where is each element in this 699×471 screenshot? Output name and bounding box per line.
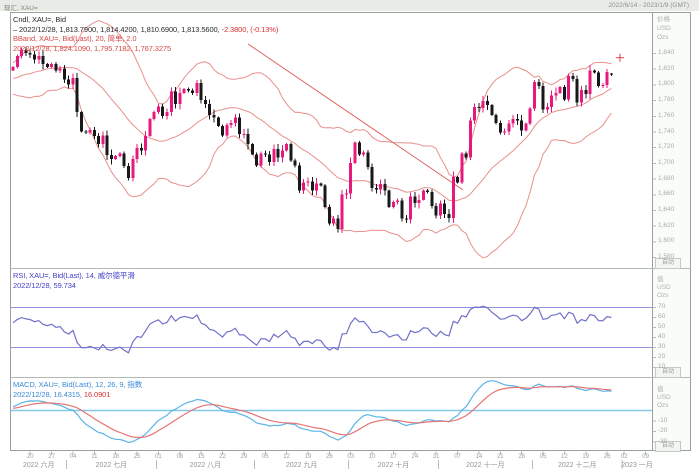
day-tick-label: 19 <box>582 454 589 460</box>
price-tick-label: 1,780 <box>658 97 674 104</box>
macd-axis-unit-usd: USD <box>657 395 671 402</box>
day-tick-label: 20 <box>27 454 34 460</box>
day-tick-label: 26 <box>604 454 611 460</box>
day-tick-label: 01 <box>155 454 162 460</box>
month-label: 2022 八月 <box>190 462 222 469</box>
rsi-value: 2022/12/28, 59.734 <box>13 281 135 291</box>
bband-values: 2022/12/28, 1,824.1090, 1,795.7182, 1,76… <box>13 44 278 54</box>
price-tick-label: 1,740 <box>658 129 674 136</box>
day-tick-label: 31 <box>433 454 440 460</box>
day-tick-label: 04 <box>70 454 77 460</box>
day-tick-label: 22 <box>219 454 226 460</box>
macd-legend[interactable]: MACD, XAU=, Bid(Last), 12, 26, 9, 指数 202… <box>13 380 142 399</box>
main-axis-unit-usd: USD <box>657 26 671 33</box>
day-tick-label: 10 <box>369 454 376 460</box>
rsi-tick-label: 10 <box>658 364 665 371</box>
macd-tick-label: -10 <box>658 418 667 425</box>
main-legend[interactable]: Cndl, XAU=, Bid – 2022/12/28, 1,813.7900… <box>13 15 278 53</box>
month-label: 2022 九月 <box>286 462 318 469</box>
price-tick-label: 1,760 <box>658 113 674 120</box>
rsi-tick-label: 50 <box>658 324 665 331</box>
rsi-tick-label: 40 <box>658 334 665 341</box>
price-tick-label: 1,720 <box>658 144 674 151</box>
month-label: 2022 十二月 <box>558 462 597 469</box>
price-tick-label: 1,840 <box>658 50 674 57</box>
month-label: 2022 六月 <box>23 462 55 469</box>
month-label: 2022 七月 <box>96 462 128 469</box>
rsi-series-label: RSI, XAU=, Bid(Last), 14, 威尔德平滑 <box>13 271 135 281</box>
rsi-tick-label: 70 <box>658 304 665 311</box>
price-tick-label: 1,680 <box>658 176 674 183</box>
day-tick-label: 03 <box>347 454 354 460</box>
day-tick-label: 11 <box>91 454 97 460</box>
day-tick-label: 14 <box>476 454 483 460</box>
day-tick-label: 12 <box>561 454 568 460</box>
main-axis-unit-ozs: Ozs <box>657 35 669 42</box>
day-tick-label: 26 <box>326 454 333 460</box>
rsi-legend[interactable]: RSI, XAU=, Bid(Last), 14, 威尔德平滑 2022/12/… <box>13 271 135 290</box>
rsi-tick-label: 30 <box>658 344 665 351</box>
day-tick-label: 19 <box>305 454 312 460</box>
day-tick-label: 02 <box>621 454 628 460</box>
day-tick-label: 18 <box>112 454 119 460</box>
day-tick-label: 07 <box>454 454 461 460</box>
price-tick-label: 1,700 <box>658 160 674 167</box>
macd-axis-unit-value: 值 <box>657 387 664 394</box>
bband-series-label: BBand, XAU=, Bid(Last), 20, 简单, 2.0 <box>13 34 278 44</box>
price-tick-label: 1,820 <box>658 66 674 73</box>
month-label: 2023 一月 <box>621 462 653 469</box>
candle-ohlc-values: – 2022/12/28, 1,813.7900, 1,814.4200, 1,… <box>13 25 278 35</box>
chart-plot-area[interactable] <box>0 0 699 471</box>
day-tick-label: 27 <box>48 454 55 460</box>
macd-value-red: 16.0901 <box>82 390 110 399</box>
macd-values: 2022/12/28, 16.4315, 16.0901 <box>13 390 142 400</box>
day-tick-label: 17 <box>390 454 397 460</box>
rsi-axis-unit-usd: USD <box>657 285 671 292</box>
candle-change-text: -2.3800, (-0.13%) <box>220 25 279 34</box>
price-tick-label: 1,600 <box>658 238 674 245</box>
day-tick-label: 05 <box>540 454 547 460</box>
price-tick-label: 1,580 <box>658 254 674 261</box>
month-label: 2022 十月 <box>378 462 410 469</box>
day-tick-label: 25 <box>134 454 141 460</box>
main-axis-unit-price: 价格 <box>657 17 670 24</box>
macd-tick-label: -20 <box>658 428 667 435</box>
month-label: 2022 十一月 <box>466 462 505 469</box>
price-tick-label: 1,640 <box>658 207 674 214</box>
day-tick-label: 24 <box>411 454 418 460</box>
rsi-tick-label: 60 <box>658 314 665 321</box>
rsi-axis-unit-value: 值 <box>657 277 664 284</box>
macd-series-label: MACD, XAU=, Bid(Last), 12, 26, 9, 指数 <box>13 380 142 390</box>
day-tick-label: 05 <box>262 454 269 460</box>
price-tick-label: 1,620 <box>658 223 674 230</box>
rsi-tick-label: 20 <box>658 354 665 361</box>
macd-axis-unit-ozs: Ozs <box>657 403 669 410</box>
macd-value-blue: 2022/12/28, 16.4315, <box>13 390 82 399</box>
day-tick-label: 28 <box>518 454 525 460</box>
day-tick-label: 12 <box>283 454 290 460</box>
day-tick-label: 29 <box>241 454 248 460</box>
day-tick-label: 08 <box>176 454 183 460</box>
price-tick-label: 1,800 <box>658 81 674 88</box>
day-tick-label: 09 <box>642 454 649 460</box>
day-tick-label: 15 <box>198 454 205 460</box>
candle-ohlc-text: – 2022/12/28, 1,813.7900, 1,814.4200, 1,… <box>13 25 220 34</box>
rsi-axis-unit-ozs: Ozs <box>657 293 669 300</box>
macd-tick-label: -30 <box>658 439 667 446</box>
chart-window: 现汇, XAU= 2022/6/14 - 2023/1/9 (GMT) Cndl… <box>0 0 699 471</box>
day-tick-label: 21 <box>497 454 504 460</box>
candle-series-label: Cndl, XAU=, Bid <box>13 15 278 25</box>
price-tick-label: 1,660 <box>658 191 674 198</box>
